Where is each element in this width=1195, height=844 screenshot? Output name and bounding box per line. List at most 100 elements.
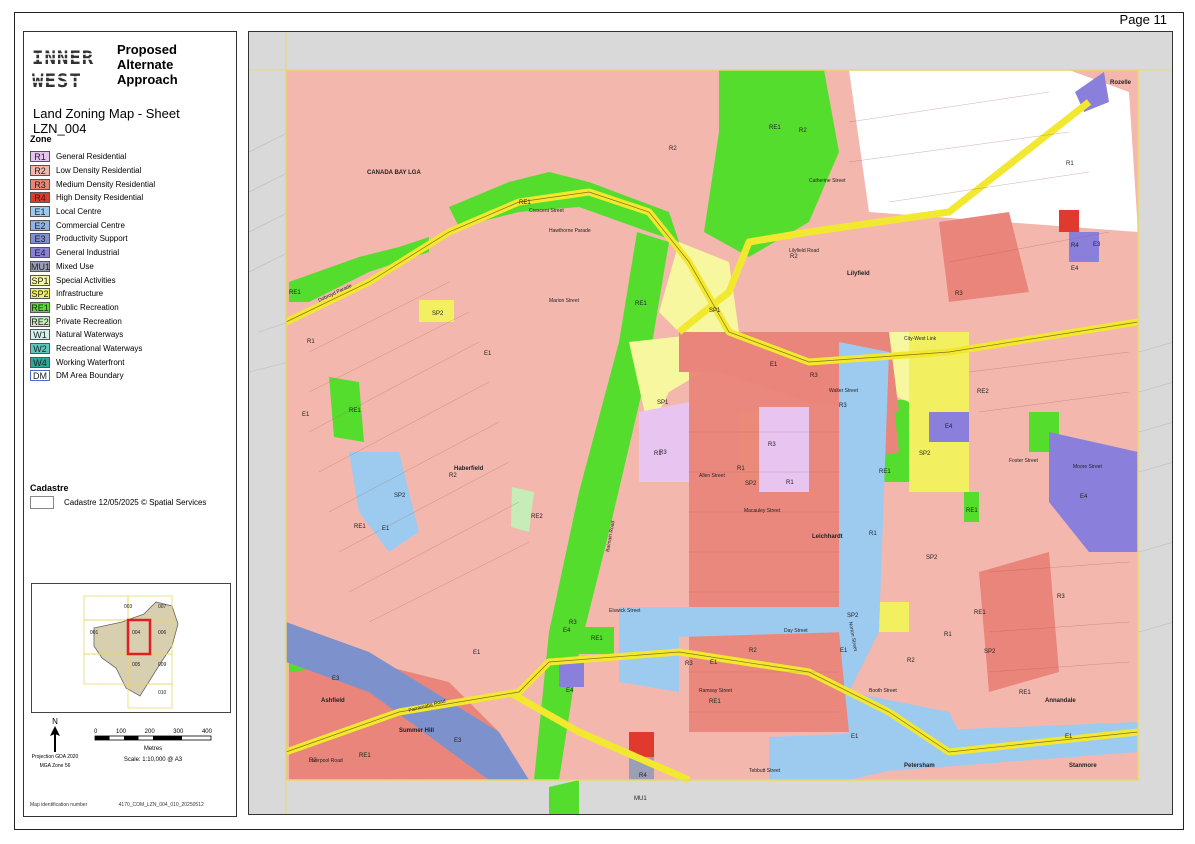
zone-code-label: SP2 [847,613,859,619]
zone-code-label: E1 [710,660,718,666]
street-label: Foster Street [1009,458,1039,464]
inset-sheet-label: 010 [158,690,167,696]
zone-label: Public Recreation [56,302,119,312]
inset-sheet-label: 006 [158,630,167,636]
zone-code-label: R2 [449,473,457,479]
zone-label: Mixed Use [56,261,94,271]
inner-west-logo: INNER WEST [32,42,110,94]
north-arrow: N Projection GDA 2020 MGA Zone 56 [30,717,80,769]
zone-label: High Density Residential [56,193,144,203]
zone-label: Commercial Centre [56,220,125,230]
inset-sheet-label: 004 [132,630,141,636]
zone-label: General Residential [56,152,127,162]
cadastre-legend-item: Cadastre 12/05/2025 © Spatial Services [30,496,206,509]
zone-code-label: E1 [770,362,778,368]
suburb-label: Haberfield [454,466,484,472]
zone-legend-item: W2 Recreational Waterways [30,342,230,356]
zone-legend-item: E4 General Industrial [30,246,230,260]
zone-heading: Zone [30,134,52,144]
zone-code-label: R3 [659,450,667,456]
cadastre-swatch [30,496,54,509]
street-label: Hawthorne Parade [549,228,591,234]
zone-code-label: R1 [737,466,745,472]
zone-legend-item: R4 High Density Residential [30,191,230,205]
map-id-label: Map identification number [30,802,88,808]
zone-swatch: SP1 [30,274,50,286]
zone-swatch: W4 [30,356,50,368]
zone-code-label: E1 [851,734,859,740]
zone-code-label: R2 [790,254,798,260]
inset-sheet-label: 009 [158,662,167,668]
brand-title-line: Approach [117,72,178,87]
zone-code-label: R3 [839,403,847,409]
scale-unit: Metres [143,746,163,752]
zone-legend-item: E1 Local Centre [30,205,230,219]
zone-label: Recreational Waterways [56,343,143,353]
map-title: Land Zoning Map - Sheet LZN_004 [33,106,180,136]
zone-legend-item: E2 Commercial Centre [30,218,230,232]
zone-label: Local Centre [56,207,102,217]
zone-code-label: E1 [382,526,390,532]
street-label: Macauley Street [744,508,781,514]
zone-code-label: RE2 [531,514,543,520]
legend-footer: Map identification number 4170_COM_LZN_0… [30,802,204,808]
zone-legend-item: RE1 Public Recreation [30,301,230,315]
cadastre-heading: Cadastre [30,483,69,493]
zone-label: Infrastructure [56,289,104,299]
zone-swatch: E3 [30,233,50,245]
zone-code-label: RE1 [591,636,603,642]
zone-label: General Industrial [56,248,120,258]
zone-label: Low Density Residential [56,166,142,176]
street-label: Moore Street [1073,464,1103,470]
brand-title: Proposed Alternate Approach [117,42,178,87]
zone-code-label: E1 [473,650,481,656]
zone-code-label: RE1 [519,200,531,206]
zone-code-label: R1 [869,531,877,537]
zone-code-label: E1 [302,412,310,418]
zone-swatch: SP2 [30,288,50,300]
street-label: Crescent Street [529,208,564,214]
brand-title-line: Proposed [117,42,177,57]
north-letter: N [52,717,58,726]
zone-swatch: E4 [30,247,50,259]
zone-code-label: SP1 [709,308,721,314]
street-label: Ramsay Street [699,688,733,694]
zone-legend-item: R1 General Residential [30,150,230,164]
zone-swatch: RE1 [30,301,50,313]
zone-code-label: MU1 [634,796,647,802]
projection-label: Projection GDA 2020 [31,754,79,760]
zone-label: Productivity Support [56,234,128,244]
zone-swatch: R4 [30,192,50,204]
zone-code-label: R1 [1066,161,1074,167]
zone-swatch: RE2 [30,315,50,327]
zone-code-label: R4 [639,773,647,779]
zone-legend-item: MU1 Mixed Use [30,260,230,274]
zone-code-label: E3 [332,676,340,682]
zone-code-label: E1 [1065,734,1073,740]
suburb-label: Petersham [904,763,935,769]
map-id-value: 4170_COM_LZN_004_010_20250512 [118,802,204,808]
brand-title-line: Alternate [117,57,174,72]
zone-label: Working Waterfront [56,357,125,367]
zone-code-label: E4 [1080,494,1088,500]
zone-code-label: R4 [1071,243,1079,249]
zone-code-label: SP2 [926,555,938,561]
street-label: Booth Street [869,688,897,694]
zone-legend-item: RE2 Private Recreation [30,314,230,328]
zone-swatch: W2 [30,342,50,354]
zone-swatch: MU1 [30,260,51,272]
zone-code-label: R3 [768,442,776,448]
zone-code-label: E4 [1071,266,1079,272]
suburb-label: Stanmore [1069,763,1097,769]
street-label: Tebbutt Street [749,768,781,774]
zone-code-label: SP2 [984,649,996,655]
zoning-map-canvas: CANADA BAY LGA Haberfield Lilyfield Leic… [249,32,1172,814]
zone-code-label: RE1 [966,508,978,514]
zone-code-label: R3 [685,661,693,667]
zone-code-label: R1 [307,339,315,345]
zoning-map[interactable]: CANADA BAY LGA Haberfield Lilyfield Leic… [248,31,1173,815]
zone-legend-item: R3 Medium Density Residential [30,177,230,191]
zone-code-label: SP2 [432,311,444,317]
zone-code-label: E3 [454,738,462,744]
zone-label: Medium Density Residential [56,179,156,189]
